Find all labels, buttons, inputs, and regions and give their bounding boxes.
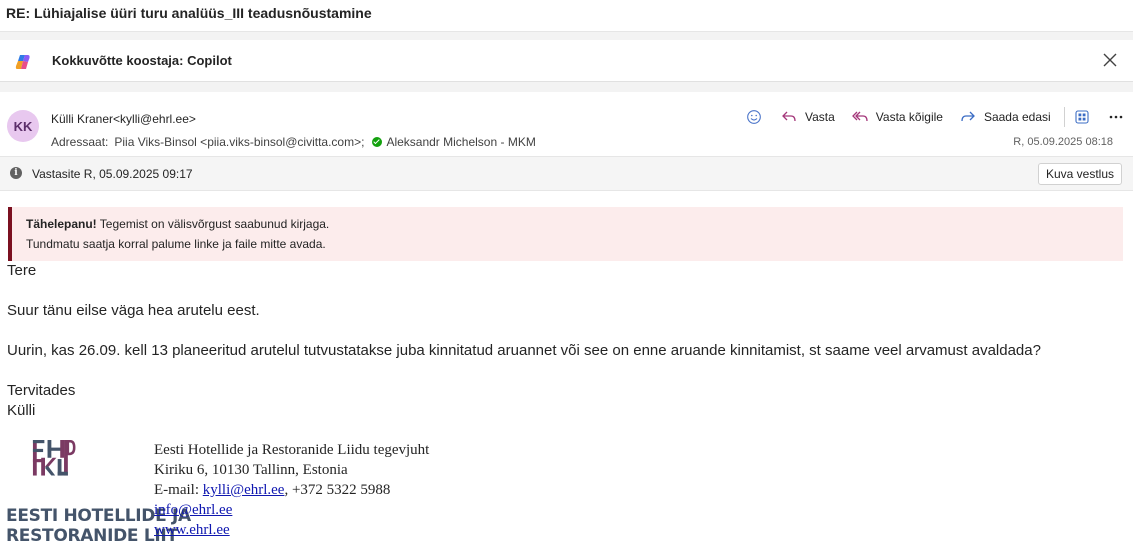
apps-button[interactable] bbox=[1072, 107, 1092, 127]
toolbar-divider bbox=[1063, 107, 1065, 127]
reply-all-label: Vasta kõigile bbox=[875, 110, 943, 124]
forward-icon bbox=[961, 111, 975, 122]
warning-line-1: Tähelepanu! Tegemist on välisvõrgust saa… bbox=[26, 217, 329, 231]
replied-text: Vastasite R, 05.09.2025 09:17 bbox=[32, 167, 193, 181]
warning-text-1: Tegemist on välisvõrgust saabunud kirjag… bbox=[96, 217, 330, 231]
more-options-button[interactable] bbox=[1106, 107, 1126, 127]
more-horizontal-icon bbox=[1109, 115, 1122, 119]
warning-line-2: Tundmatu saatja korral palume linke ja f… bbox=[26, 237, 326, 251]
email-subject: RE: Lühiajalise üüri turu analüüs_III te… bbox=[6, 5, 372, 21]
signature-contact: E-mail: kylli@ehrl.ee, +372 5322 5988 bbox=[154, 482, 390, 499]
email-link[interactable]: kylli@ehrl.ee bbox=[203, 482, 285, 498]
body-paragraph-1: Suur tänu eilse väga hea arutelu eest. bbox=[7, 302, 260, 319]
recipients: Adressaat: Piia Viks-Binsol <piia.viks-b… bbox=[51, 135, 536, 149]
replied-info-bar: i Vastasite R, 05.09.2025 09:17 Kuva ves… bbox=[0, 156, 1133, 191]
presence-available-icon bbox=[372, 137, 383, 147]
reply-icon bbox=[782, 111, 796, 122]
email-label: E-mail: bbox=[154, 482, 203, 498]
external-sender-warning: Tähelepanu! Tegemist on välisvõrgust saa… bbox=[8, 207, 1123, 261]
reply-label: Vasta bbox=[805, 110, 835, 124]
website-link[interactable]: www.ehrl.ee bbox=[154, 522, 230, 538]
apps-grid-icon bbox=[1075, 110, 1089, 124]
body-name: Külli bbox=[7, 402, 36, 419]
sender[interactable]: Külli Kraner<kylli@ehrl.ee> bbox=[51, 112, 196, 126]
subject-bar: RE: Lühiajalise üüri turu analüüs_III te… bbox=[0, 0, 1133, 32]
phone-number: , +372 5322 5988 bbox=[284, 482, 391, 498]
recipient-piia[interactable]: Piia Viks-Binsol <piia.viks-binsol@civit… bbox=[114, 135, 364, 149]
reply-all-button[interactable]: Vasta kõigile bbox=[851, 110, 943, 124]
avatar[interactable]: KK bbox=[7, 110, 39, 142]
smiley-icon bbox=[747, 110, 761, 124]
info-email-line: info@ehrl.ee bbox=[154, 502, 232, 519]
message-actions: Vasta Vasta kõigile Saada edasi bbox=[744, 106, 1126, 128]
separator bbox=[0, 82, 1133, 92]
message-datetime: R, 05.09.2025 08:18 bbox=[1013, 136, 1113, 148]
to-label: Adressaat: bbox=[51, 135, 109, 149]
warning-bold: Tähelepanu! bbox=[26, 217, 97, 231]
body-paragraph-2: Uurin, kas 26.09. kell 13 planeeritud ar… bbox=[7, 342, 1041, 359]
reply-button[interactable]: Vasta bbox=[781, 110, 835, 124]
copilot-title: Kokkuvõtte koostaja: Copilot bbox=[52, 53, 232, 68]
copilot-summary-bar[interactable]: Kokkuvõtte koostaja: Copilot bbox=[0, 40, 1133, 82]
logo-text-line-2: RESTORANIDE LIIT bbox=[6, 526, 178, 546]
body-greeting: Tere bbox=[7, 262, 37, 279]
reply-all-icon bbox=[851, 111, 868, 122]
forward-button[interactable]: Saada edasi bbox=[960, 110, 1051, 124]
website-line: www.ehrl.ee bbox=[154, 522, 230, 539]
info-email-link[interactable]: info@ehrl.ee bbox=[154, 502, 232, 518]
info-icon: i bbox=[10, 167, 22, 179]
signature-title: Eesti Hotellide ja Restoranide Liidu teg… bbox=[154, 442, 430, 458]
body-closing: Tervitades bbox=[7, 382, 76, 399]
close-icon[interactable] bbox=[1101, 51, 1119, 69]
forward-label: Saada edasi bbox=[983, 110, 1051, 124]
copilot-icon bbox=[15, 55, 30, 69]
separator bbox=[0, 32, 1133, 40]
message-header: KK Külli Kraner<kylli@ehrl.ee> Adressaat… bbox=[0, 92, 1133, 156]
recipient-aleksandr[interactable]: Aleksandr Michelson - MKM bbox=[386, 135, 535, 149]
signature-address: Kiriku 6, 10130 Tallinn, Estonia bbox=[154, 462, 348, 478]
emoji-reaction-button[interactable] bbox=[744, 107, 764, 127]
show-conversation-button[interactable]: Kuva vestlus bbox=[1037, 163, 1122, 185]
ehrl-logo bbox=[32, 440, 76, 476]
